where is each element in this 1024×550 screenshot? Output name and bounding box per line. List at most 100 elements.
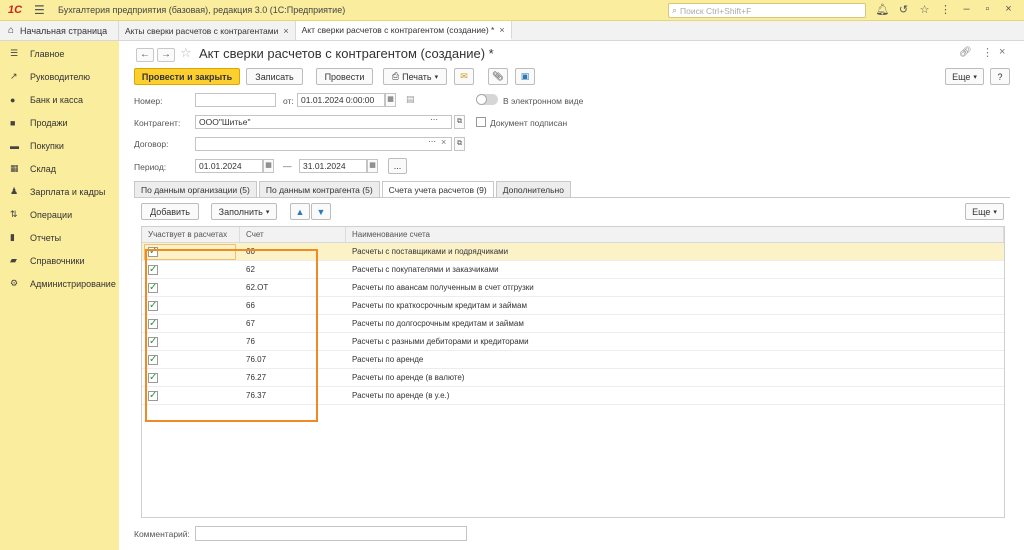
sidebar-item-operations[interactable]: ⇅ Операции bbox=[0, 203, 119, 226]
calendar-icon[interactable]: ▦ bbox=[385, 93, 396, 107]
sidebar-item-label: Отчеты bbox=[30, 232, 62, 243]
period-select-button[interactable]: ... bbox=[388, 158, 407, 174]
sidebar-item-purchases[interactable]: ▬ Покупки bbox=[0, 134, 119, 157]
account-name-cell[interactable]: Расчеты по авансам полученным в счет отг… bbox=[346, 279, 1004, 296]
electronic-toggle[interactable] bbox=[476, 94, 498, 105]
tab-label: Акты сверки расчетов с контрагентами bbox=[125, 25, 279, 36]
link-icon[interactable]: 🔗︎ bbox=[959, 47, 972, 58]
electronic-label: В электронном виде bbox=[503, 96, 584, 106]
sidebar-item-label: Зарплата и кадры bbox=[30, 186, 106, 197]
forward-button[interactable]: → bbox=[157, 48, 175, 62]
calendar-icon[interactable]: ▦ bbox=[263, 159, 274, 173]
date-label: от: bbox=[283, 96, 294, 106]
sidebar-item-bank[interactable]: ● Банк и касса bbox=[0, 88, 119, 111]
tab-label: Акт сверки расчетов с контрагентом (созд… bbox=[301, 24, 495, 35]
sidebar-item-admin[interactable]: ⚙ Администрирование bbox=[0, 272, 119, 295]
close-tab-icon[interactable]: × bbox=[283, 26, 288, 36]
sidebar-item-warehouse[interactable]: ▦ Склад bbox=[0, 157, 119, 180]
favorite-star-icon[interactable]: ☆ bbox=[180, 45, 192, 61]
period-dash: — bbox=[283, 161, 292, 171]
tab-reconciliation-list[interactable]: Акты сверки расчетов с контрагентами × bbox=[119, 21, 296, 40]
column-header[interactable]: Счет bbox=[240, 227, 346, 242]
account-name-cell[interactable]: Расчеты с покупателями и заказчиками bbox=[346, 261, 1004, 278]
fill-button[interactable]: Заполнить ▾ bbox=[211, 203, 277, 220]
account-name-cell[interactable]: Расчеты с разными дебиторами и кредитора… bbox=[346, 333, 1004, 350]
global-search-input[interactable]: ⌕ Поиск Ctrl+Shift+F bbox=[668, 3, 866, 18]
move-down-button[interactable]: ▼ bbox=[311, 203, 331, 220]
move-up-button[interactable]: ▲ bbox=[290, 203, 310, 220]
more-vertical-icon[interactable]: ⋮ bbox=[935, 3, 956, 16]
sidebar: ☰ Главное ↗ Руководителю ● Банк и касса ■ Пр… bbox=[0, 41, 119, 550]
account-name-cell[interactable]: Расчеты по долгосрочным кредитам и займа… bbox=[346, 315, 1004, 332]
date-field[interactable]: 01.01.2024 0:00:00 bbox=[297, 93, 385, 107]
column-header[interactable]: Участвует в расчетах bbox=[142, 227, 240, 242]
counterparty-label: Контрагент: bbox=[134, 118, 181, 128]
account-name-cell[interactable]: Расчеты по краткосрочным кредитам и займ… bbox=[346, 297, 1004, 314]
open-icon[interactable]: ⧉ bbox=[454, 137, 465, 151]
tab-counterparty-data[interactable]: По данным контрагента (5) bbox=[258, 181, 380, 197]
clear-icon[interactable]: × bbox=[441, 137, 446, 147]
sidebar-item-label: Покупки bbox=[30, 140, 64, 151]
sidebar-item-directories[interactable]: ▰ Справочники bbox=[0, 249, 119, 272]
open-icon[interactable]: ⧉ bbox=[454, 115, 465, 129]
calendar-icon[interactable]: ▦ bbox=[367, 159, 378, 173]
account-name-cell[interactable]: Расчеты по аренде (в валюте) bbox=[346, 369, 1004, 386]
sidebar-item-main[interactable]: ☰ Главное bbox=[0, 42, 119, 65]
structure-button[interactable]: ▣ bbox=[515, 68, 535, 85]
period-to-field[interactable]: 31.01.2024 bbox=[299, 159, 367, 173]
chevron-down-icon: ▾ bbox=[973, 73, 977, 81]
account-name-cell[interactable]: Расчеты по аренде bbox=[346, 351, 1004, 368]
add-button[interactable]: Добавить bbox=[141, 203, 199, 220]
tab-home[interactable]: ⌂ Начальная страница bbox=[0, 21, 119, 40]
sidebar-item-salary[interactable]: ♟ Зарплата и кадры bbox=[0, 180, 119, 203]
bell-icon[interactable]: 🔔︎ bbox=[872, 3, 893, 16]
document-icon[interactable]: ▤ bbox=[406, 94, 415, 105]
back-button[interactable]: ← bbox=[136, 48, 154, 62]
post-and-close-button[interactable]: Провести и закрыть bbox=[134, 68, 240, 85]
tab-additional[interactable]: Дополнительно bbox=[495, 181, 571, 197]
signed-label: Документ подписан bbox=[490, 118, 568, 128]
close-tab-icon[interactable]: × bbox=[499, 25, 504, 35]
more-options-icon[interactable]: ⋯ bbox=[430, 115, 438, 124]
attach-button[interactable]: 📎︎ bbox=[488, 68, 508, 85]
hamburger-menu-icon[interactable]: ☰ bbox=[34, 3, 50, 17]
restore-icon[interactable]: ▫ bbox=[977, 3, 998, 16]
inner-tabs: По данным организации (5) По данным конт… bbox=[134, 181, 573, 198]
tab-reconciliation-create[interactable]: Акт сверки расчетов с контрагентом (созд… bbox=[295, 21, 512, 40]
cart-icon: ▬ bbox=[10, 140, 19, 151]
tab-divider bbox=[134, 197, 1010, 198]
comment-field[interactable] bbox=[195, 526, 467, 541]
column-header[interactable]: Наименование счета bbox=[346, 227, 1004, 242]
warehouse-icon: ▦ bbox=[10, 163, 19, 173]
sidebar-item-sales[interactable]: ■ Продажи bbox=[0, 111, 119, 134]
account-name-cell[interactable]: Расчеты по аренде (в у.е.) bbox=[346, 387, 1004, 404]
help-button[interactable]: ? bbox=[990, 68, 1010, 85]
sidebar-item-reports[interactable]: ▮ Отчеты bbox=[0, 226, 119, 249]
printer-icon: ⎙ bbox=[391, 71, 400, 81]
more-button[interactable]: Еще ▾ bbox=[945, 68, 984, 85]
sidebar-item-manager[interactable]: ↗ Руководителю bbox=[0, 65, 119, 88]
history-icon[interactable]: ↺ bbox=[893, 3, 914, 16]
email-button[interactable]: ✉ bbox=[454, 68, 474, 85]
signed-checkbox[interactable] bbox=[476, 117, 486, 127]
period-from-field[interactable]: 01.01.2024 bbox=[195, 159, 263, 173]
print-button[interactable]: ⎙ Печать ▾ bbox=[383, 68, 447, 85]
sidebar-item-label: Склад bbox=[30, 163, 57, 174]
number-field[interactable] bbox=[195, 93, 276, 107]
search-icon: ⌕ bbox=[672, 5, 678, 15]
grid-more-button[interactable]: Еще ▾ bbox=[965, 203, 1004, 220]
close-icon[interactable]: × bbox=[999, 46, 1005, 58]
chevron-down-icon: ▾ bbox=[434, 73, 439, 81]
counterparty-field[interactable]: ООО"Шитье" bbox=[195, 115, 452, 129]
more-vertical-icon[interactable]: ⋮ bbox=[982, 46, 993, 59]
tab-org-data[interactable]: По данным организации (5) bbox=[134, 181, 257, 197]
star-icon[interactable]: ☆ bbox=[914, 3, 935, 16]
save-button[interactable]: Записать bbox=[246, 68, 303, 85]
more-options-icon[interactable]: ⋯ bbox=[428, 137, 436, 146]
close-icon[interactable]: × bbox=[998, 3, 1019, 16]
account-name-cell[interactable]: Расчеты с поставщиками и подрядчиками bbox=[346, 243, 1004, 260]
contract-field[interactable] bbox=[195, 137, 452, 151]
post-button[interactable]: Провести bbox=[316, 68, 373, 85]
minimize-icon[interactable]: – bbox=[956, 3, 977, 16]
tab-accounts[interactable]: Счета учета расчетов (9) bbox=[381, 181, 494, 198]
